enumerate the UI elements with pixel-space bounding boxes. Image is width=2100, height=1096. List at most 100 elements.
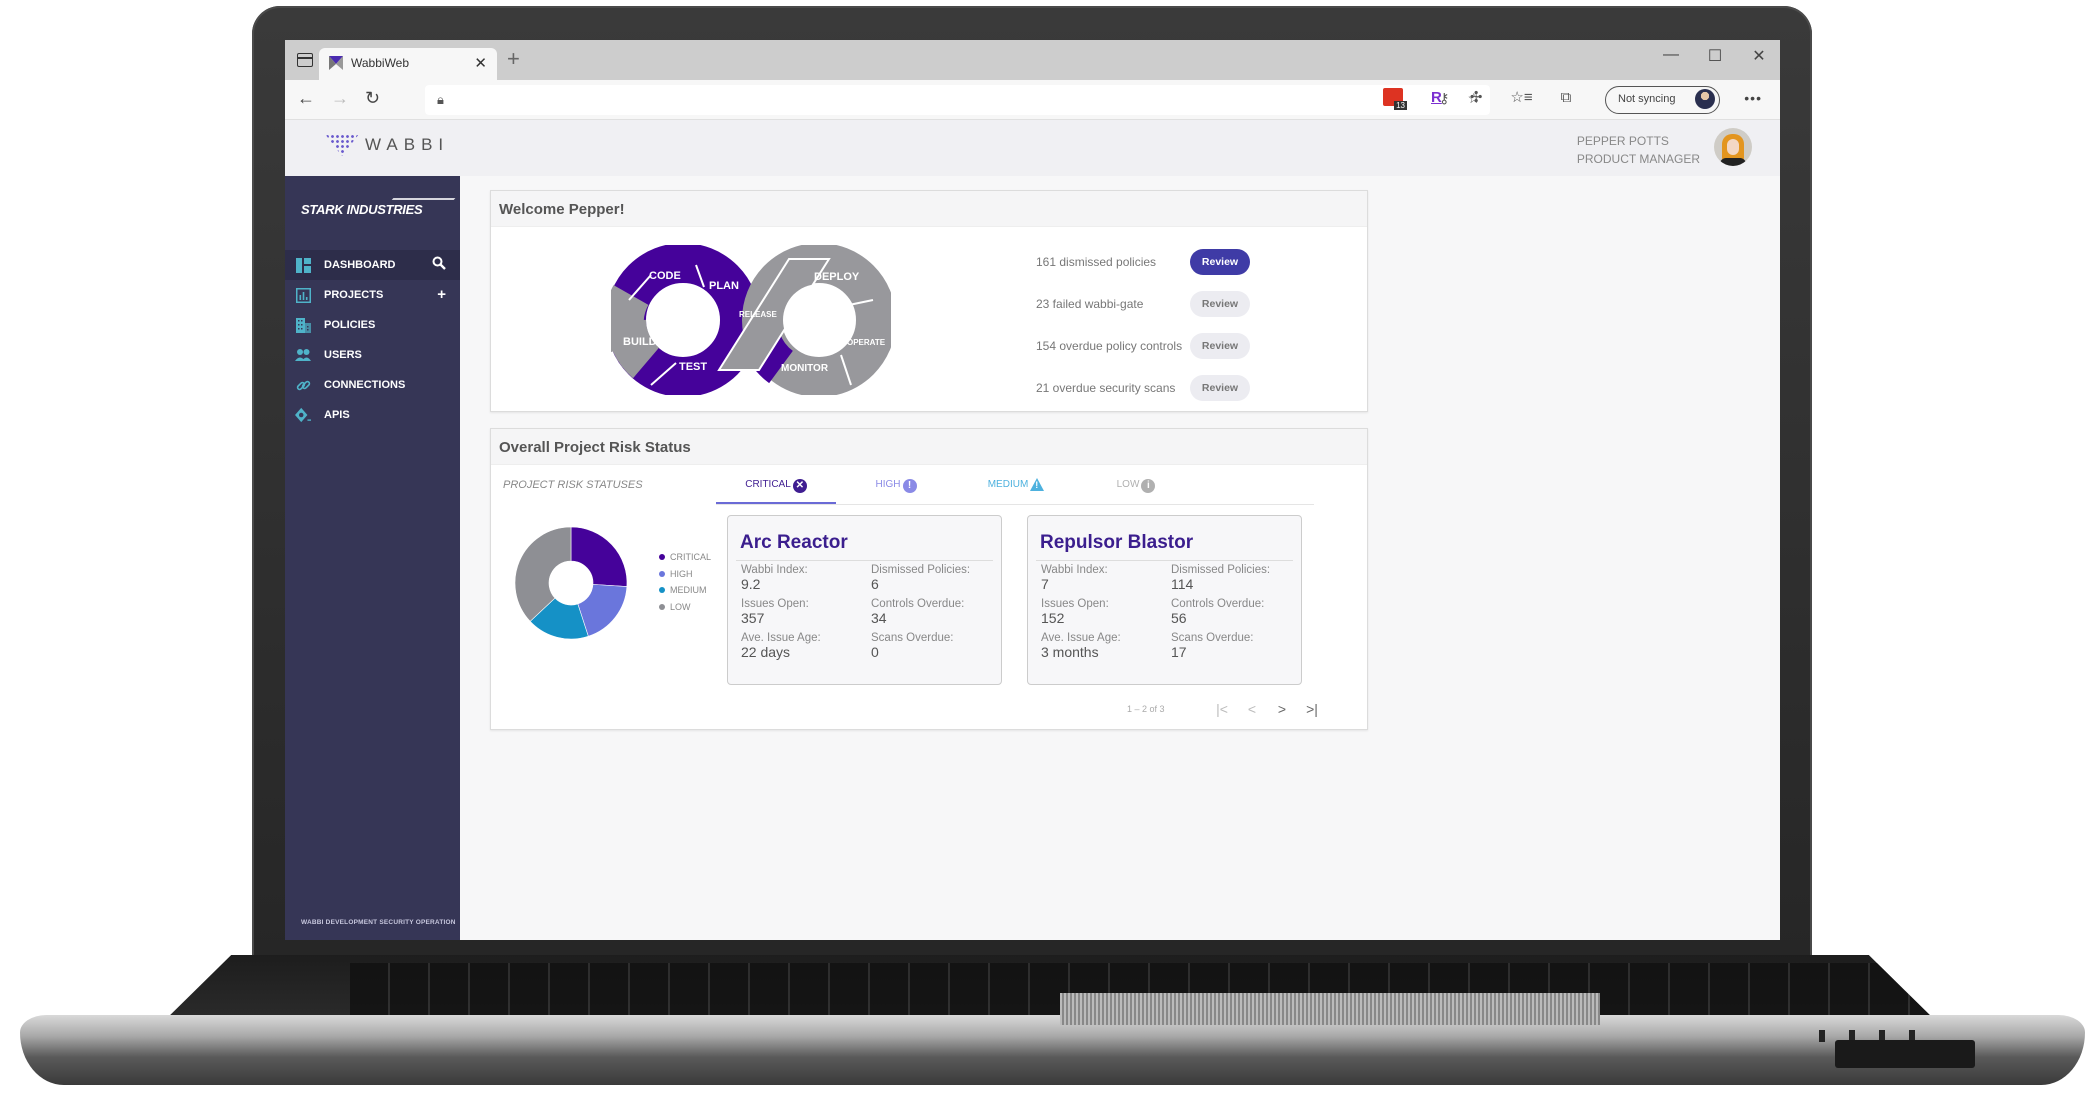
review-failed-gate-button[interactable]: Review [1190, 291, 1250, 317]
legend-item-critical[interactable]: CRITICAL [659, 549, 711, 566]
wabbi-favicon-icon [329, 56, 343, 70]
devops-stage-deploy: DEPLOY [814, 271, 860, 283]
first-page-icon[interactable]: |< [1207, 701, 1237, 717]
wabbi-logo-icon [325, 134, 359, 156]
tab-label: LOW [1116, 479, 1140, 490]
tab-label: HIGH [875, 479, 901, 490]
tab-label: CRITICAL [745, 479, 791, 490]
more-options-icon[interactable]: ••• [1744, 90, 1762, 106]
devops-infinity-diagram: CODE PLAN BUILD TEST RELEASE DEPLOY OPER… [611, 245, 891, 395]
laptop-base [20, 955, 2085, 1085]
review-policy-controls-button[interactable]: Review [1190, 333, 1250, 359]
tab-actions-icon[interactable] [297, 53, 313, 67]
stat-scans-overdue: Scans Overdue: 17 [1171, 632, 1254, 660]
close-tab-icon[interactable]: ✕ [474, 54, 487, 72]
sync-label: Not syncing [1618, 93, 1676, 105]
building-icon [295, 317, 311, 333]
next-page-icon[interactable]: > [1267, 701, 1297, 717]
action-list: 161 dismissed policies Review 23 failed … [1036, 241, 1250, 409]
review-dismissed-policies-button[interactable]: Review [1190, 249, 1250, 275]
info-circle-icon: i [1141, 479, 1156, 493]
legend-item-high[interactable]: HIGH [659, 566, 711, 583]
welcome-title: Welcome Pepper! [491, 191, 1367, 227]
legend-dot-icon [659, 554, 665, 561]
profile-sync-button[interactable]: Not syncing [1605, 86, 1720, 114]
devops-stage-operate: OPERATE [847, 338, 886, 347]
chart-legend: CRITICAL HIGH MEDIUM LOW [659, 549, 711, 615]
pagination: 1 – 2 of 3 |< < > >| [1127, 701, 1327, 717]
sidebar-item-policies[interactable]: POLICIES [285, 310, 460, 340]
sidebar-item-connections[interactable]: CONNECTIONS [285, 370, 460, 400]
action-text: 21 overdue security scans [1036, 381, 1176, 395]
risk-status-panel: Overall Project Risk Status PROJECT RISK… [490, 428, 1368, 730]
project-name[interactable]: Arc Reactor [736, 524, 993, 561]
risk-subtitle: PROJECT RISK STATUSES [503, 479, 643, 491]
stat-controls-overdue: Controls Overdue: 34 [871, 598, 965, 626]
action-item: 154 overdue policy controls Review [1036, 325, 1250, 367]
sidebar-item-label: DASHBOARD [324, 259, 396, 271]
legend-dot-icon [659, 570, 665, 577]
tab-medium[interactable]: MEDIUM ! [956, 469, 1076, 504]
laptop-deck [20, 1015, 2085, 1085]
favorites-icon[interactable]: ☆≡ [1510, 88, 1532, 106]
action-text: 23 failed wabbi-gate [1036, 297, 1144, 311]
back-icon[interactable]: ← [297, 88, 315, 109]
last-page-icon[interactable]: >| [1297, 701, 1327, 717]
user-name: PEPPER POTTS [1576, 134, 1669, 148]
tab-low[interactable]: LOW i [1076, 469, 1196, 504]
sidebar-item-users[interactable]: USERS [285, 340, 460, 370]
sidebar-item-projects[interactable]: PROJECTS + [285, 280, 460, 310]
user-avatar[interactable] [1714, 128, 1752, 166]
prev-page-icon[interactable]: < [1237, 701, 1267, 717]
legend-item-medium[interactable]: MEDIUM [659, 582, 711, 599]
card-slot [1835, 1040, 1975, 1068]
review-security-scans-button[interactable]: Review [1190, 375, 1250, 401]
lock-icon[interactable]: 🔒︎ [437, 92, 444, 108]
refresh-icon[interactable]: ↻ [365, 88, 380, 109]
new-tab-icon[interactable]: + [507, 46, 520, 72]
legend-dot-icon [659, 587, 665, 594]
app-header: WABBI PEPPER POTTS PRODUCT MANAGER [285, 120, 1780, 176]
action-item: 23 failed wabbi-gate Review [1036, 283, 1250, 325]
calendar-extension-icon[interactable]: 13 [1383, 88, 1407, 110]
sidebar: STARK INDUSTRIES DASHBOARD PROJECTS + PO… [285, 176, 460, 940]
sidebar-item-label: CONNECTIONS [324, 379, 406, 391]
tab-high[interactable]: HIGH ! [836, 469, 956, 504]
close-window-icon[interactable]: ✕ [1750, 46, 1768, 66]
tab-title: WabbiWeb [351, 56, 410, 70]
stat-controls-overdue: Controls Overdue: 56 [1171, 598, 1265, 626]
chart-icon [295, 287, 311, 303]
user-info: PEPPER POTTS PRODUCT MANAGER [1577, 132, 1700, 168]
logo-text: WABBI [365, 135, 450, 154]
exclamation-circle-icon: ! [902, 479, 917, 493]
search-icon[interactable] [432, 256, 446, 274]
stat-issue-age: Ave. Issue Age: 22 days [741, 632, 821, 660]
collections-icon[interactable]: ⧉ [1561, 89, 1572, 106]
legend-label: LOW [670, 601, 691, 612]
sidebar-item-dashboard[interactable]: DASHBOARD [285, 250, 460, 280]
plus-icon[interactable]: + [437, 286, 446, 303]
dashboard-icon [295, 257, 311, 273]
project-card-arc-reactor[interactable]: Arc Reactor Wabbi Index: 9.2 Dismissed Po… [727, 515, 1002, 685]
project-name[interactable]: Repulsor Blastor [1036, 524, 1293, 561]
forward-icon[interactable]: → [331, 88, 349, 109]
legend-label: MEDIUM [670, 585, 707, 596]
tab-critical[interactable]: CRITICAL ✕ [716, 469, 836, 504]
donut-slice-critical[interactable] [570, 526, 628, 587]
wabbi-logo[interactable]: WABBI [325, 134, 449, 156]
extension-badge: 13 [1394, 101, 1407, 110]
r-extension-icon[interactable]: R [1431, 89, 1442, 106]
risk-tabs: CRITICAL ✕ HIGH ! MEDIUM ! LOW i [716, 469, 1314, 505]
legend-label: HIGH [670, 568, 693, 579]
sidebar-item-apis[interactable]: APIS [285, 400, 460, 430]
minimize-icon[interactable]: — [1662, 46, 1680, 66]
legend-item-low[interactable]: LOW [659, 599, 711, 616]
extensions-icon[interactable]: ✣ [1470, 88, 1483, 106]
maximize-icon[interactable]: ☐ [1706, 46, 1724, 66]
legend-label: CRITICAL [670, 552, 712, 563]
legend-dot-icon [659, 603, 665, 610]
action-text: 154 overdue policy controls [1036, 339, 1183, 353]
browser-tab[interactable]: WabbiWeb ✕ [319, 48, 497, 80]
address-bar[interactable]: 🔒︎ ⚷ ☆ [425, 85, 1490, 115]
project-card-repulsor-blastor[interactable]: Repulsor Blastor Wabbi Index: 7 Dismissed… [1027, 515, 1302, 685]
